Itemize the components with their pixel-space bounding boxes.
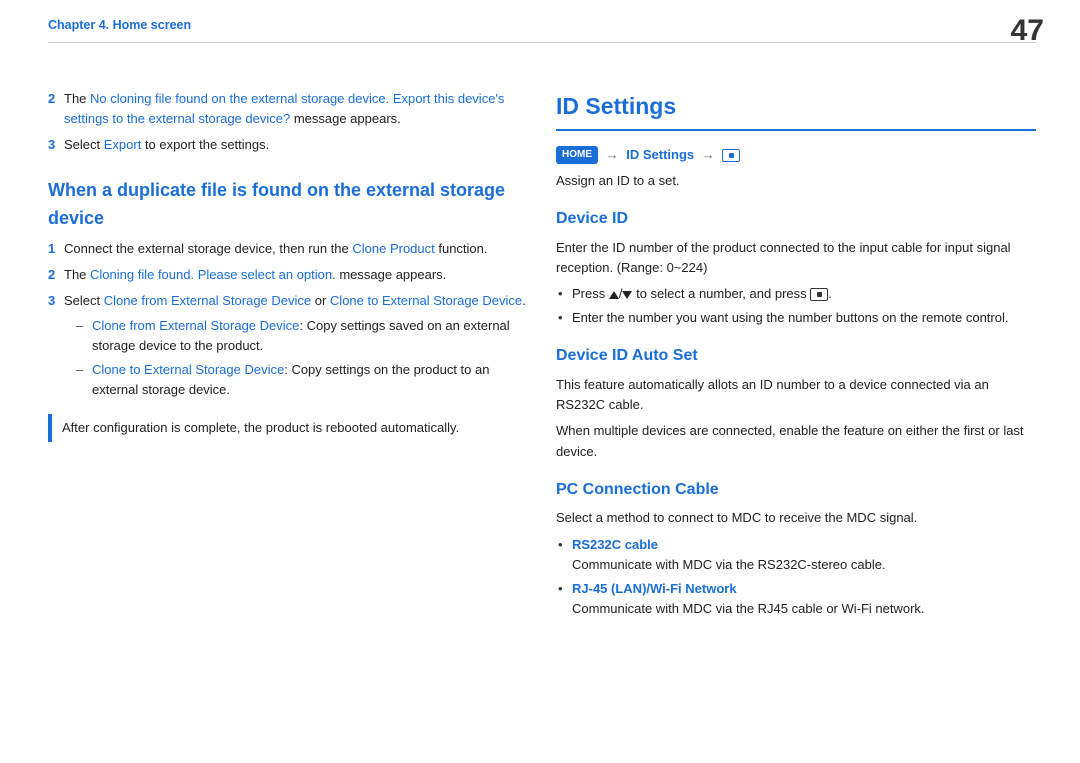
path-id-settings: ID Settings <box>626 147 694 162</box>
auto-desc-1: This feature automatically allots an ID … <box>556 375 1036 415</box>
down-arrow-icon <box>622 291 632 299</box>
device-id-step-2: Enter the number you want using the numb… <box>572 308 1036 328</box>
id-settings-heading: ID Settings <box>556 89 1036 125</box>
home-badge: HOME <box>556 146 598 164</box>
step-2: 2 The No cloning file found on the exter… <box>48 89 528 129</box>
option-rs232c: RS232C cable Communicate with MDC via th… <box>572 535 1036 575</box>
divider <box>48 42 1036 43</box>
text: The <box>64 267 90 282</box>
text: function. <box>435 241 488 256</box>
device-id-step-1: Press / to select a number, and press . <box>572 284 1036 304</box>
text: Select <box>64 137 104 152</box>
text: to select a number, and press <box>632 286 810 301</box>
text: . <box>828 286 832 301</box>
pc-cable-desc: Select a method to connect to MDC to rec… <box>556 508 1036 528</box>
step-number: 3 <box>48 291 55 311</box>
clone-to-link: Clone to External Storage Device <box>330 293 522 308</box>
step-number: 2 <box>48 89 55 109</box>
pc-cable-options: RS232C cable Communicate with MDC via th… <box>556 535 1036 620</box>
page: Chapter 4. Home screen 47 2 The No cloni… <box>0 0 1080 763</box>
sub-option-from: Clone from External Storage Device: Copy… <box>92 316 528 356</box>
sub-option-to: Clone to External Storage Device: Copy s… <box>92 360 528 400</box>
text: Connect the external storage device, the… <box>64 241 352 256</box>
message-link: Cloning file found. Please select an opt… <box>90 267 336 282</box>
enter-icon <box>722 149 740 162</box>
arrow-icon: → <box>698 147 719 162</box>
option-title: RS232C cable <box>572 535 1036 555</box>
step-number: 1 <box>48 239 55 259</box>
device-id-heading: Device ID <box>556 207 1036 232</box>
text: Select <box>64 293 104 308</box>
device-id-steps: Press / to select a number, and press . … <box>556 284 1036 328</box>
text: Press <box>572 286 609 301</box>
step-3: 3 Select Clone from External Storage Dev… <box>48 291 528 400</box>
chapter-label: Chapter 4. Home screen <box>48 18 1036 32</box>
device-id-auto-heading: Device ID Auto Set <box>556 344 1036 369</box>
nav-path: HOME → ID Settings → <box>556 145 1036 165</box>
text: or <box>311 293 330 308</box>
text: The <box>64 91 90 106</box>
option-title: Clone from External Storage Device <box>92 318 299 333</box>
left-column: 2 The No cloning file found on the exter… <box>48 89 528 623</box>
right-column: ID Settings HOME → ID Settings → Assign … <box>556 89 1036 623</box>
note-text: After configuration is complete, the pro… <box>62 414 459 442</box>
page-number: 47 <box>1011 14 1044 48</box>
enter-icon <box>810 288 828 301</box>
heading-underline <box>556 129 1036 131</box>
arrow-icon: → <box>602 147 623 162</box>
intro-text: Assign an ID to a set. <box>556 171 1036 191</box>
step-1: 1 Connect the external storage device, t… <box>48 239 528 259</box>
step-number: 3 <box>48 135 55 155</box>
pc-cable-heading: PC Connection Cable <box>556 478 1036 503</box>
clone-from-link: Clone from External Storage Device <box>104 293 311 308</box>
auto-desc-2: When multiple devices are connected, ena… <box>556 421 1036 461</box>
text: to export the settings. <box>141 137 269 152</box>
text: message appears. <box>336 267 447 282</box>
option-rj45: RJ-45 (LAN)/Wi-Fi Network Communicate wi… <box>572 579 1036 619</box>
columns: 2 The No cloning file found on the exter… <box>48 89 1036 623</box>
export-link: Export <box>104 137 142 152</box>
device-id-desc: Enter the ID number of the product conne… <box>556 238 1036 278</box>
option-title: Clone to External Storage Device <box>92 362 284 377</box>
duplicate-file-heading: When a duplicate file is found on the ex… <box>48 177 528 233</box>
note-box: After configuration is complete, the pro… <box>48 414 528 442</box>
step-3: 3 Select Export to export the settings. <box>48 135 528 155</box>
option-desc: Communicate with MDC via the RS232C-ster… <box>572 555 1036 575</box>
message-link: No cloning file found on the external st… <box>64 91 504 126</box>
sub-options: Clone from External Storage Device: Copy… <box>64 316 528 401</box>
note-bar <box>48 414 52 442</box>
step-number: 2 <box>48 265 55 285</box>
option-desc: Communicate with MDC via the RJ45 cable … <box>572 599 1036 619</box>
option-title: RJ-45 (LAN)/Wi-Fi Network <box>572 579 1036 599</box>
steps-continued: 2 The No cloning file found on the exter… <box>48 89 528 155</box>
up-arrow-icon <box>609 291 619 299</box>
clone-product-link: Clone Product <box>352 241 434 256</box>
steps-duplicate: 1 Connect the external storage device, t… <box>48 239 528 400</box>
text: message appears. <box>290 111 401 126</box>
text: . <box>522 293 526 308</box>
step-2: 2 The Cloning file found. Please select … <box>48 265 528 285</box>
